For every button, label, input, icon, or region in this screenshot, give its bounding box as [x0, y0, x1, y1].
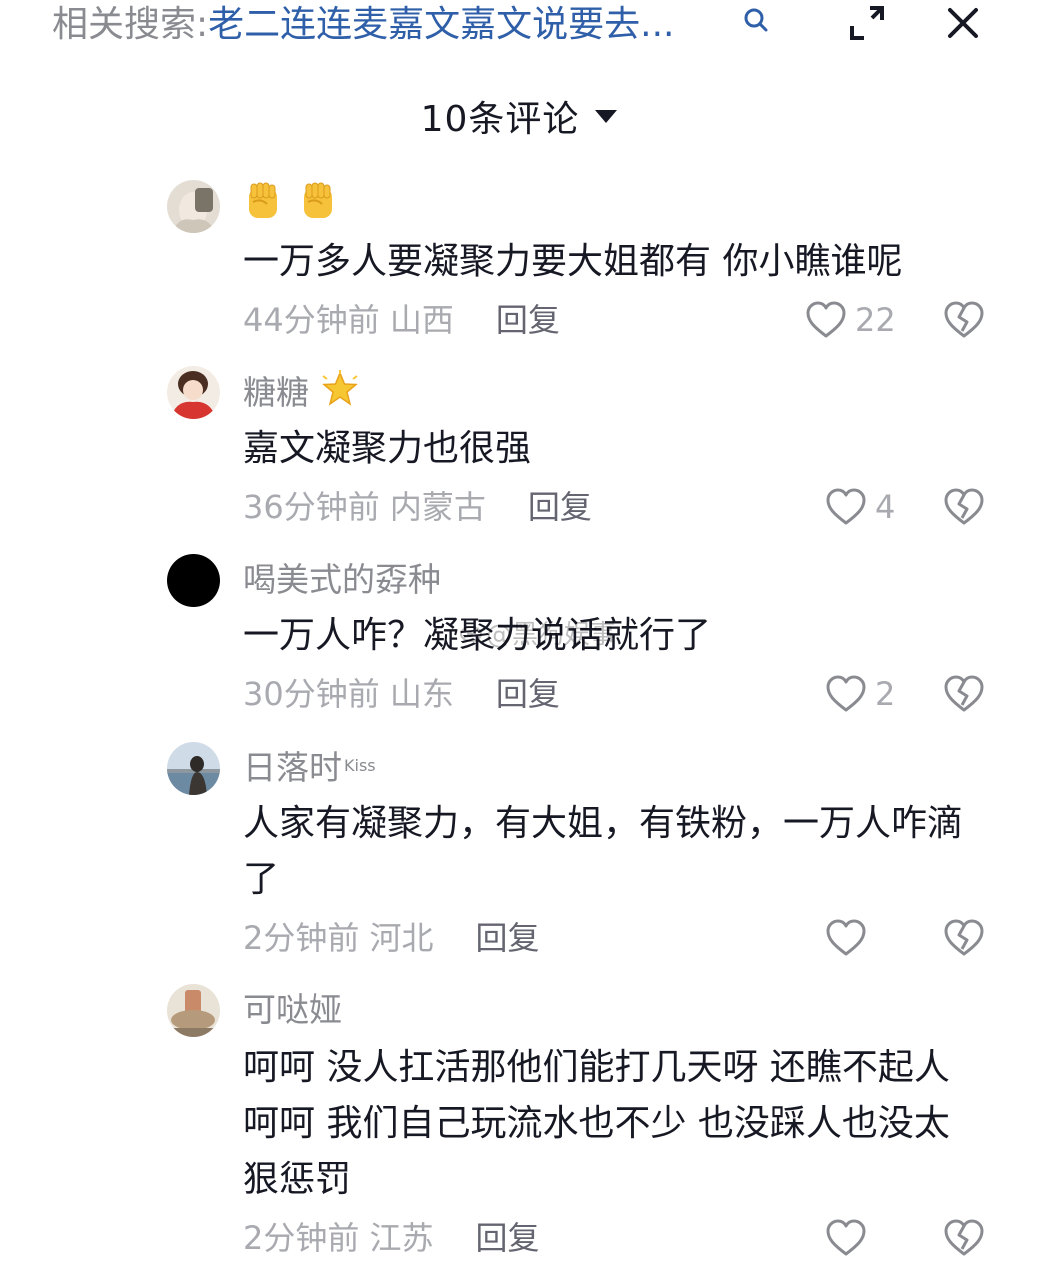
reply-button[interactable]: 回复 — [476, 919, 540, 957]
avatar[interactable] — [167, 742, 220, 795]
expand-icon[interactable] — [848, 4, 886, 42]
like-count: 22 — [855, 301, 896, 339]
broken-heart-icon[interactable] — [943, 674, 985, 714]
like-count: 2 — [875, 675, 896, 713]
close-icon[interactable] — [944, 4, 982, 42]
like-button[interactable]: 2 — [825, 674, 895, 714]
comment-meta: 36分钟前 内蒙古 回复 4 — [243, 483, 988, 531]
username-text: 日落时 — [243, 748, 342, 787]
comment-meta: 2分钟前 江苏 回复 — [243, 1214, 988, 1262]
like-button[interactable] — [825, 918, 875, 958]
avatar[interactable] — [167, 984, 220, 1037]
related-search-bar: 相关搜索:老二连连麦嘉文嘉文说要去... — [0, 0, 1038, 56]
broken-heart-icon[interactable] — [943, 487, 985, 527]
comment-meta: 44分钟前 山西 回复 22 — [243, 296, 988, 344]
heart-icon — [806, 301, 846, 338]
comment-text: 嘉文凝聚力也很强 — [243, 428, 532, 469]
broken-heart-icon[interactable] — [943, 918, 985, 958]
raised-fist-emoji-icon — [249, 182, 277, 218]
like-count: 4 — [875, 488, 896, 526]
search-icon[interactable] — [742, 6, 770, 34]
broken-heart-icon[interactable] — [943, 300, 985, 340]
comment-time-location: 44分钟前 山西 — [243, 301, 454, 339]
avatar[interactable] — [167, 366, 220, 419]
like-button[interactable] — [825, 1218, 875, 1258]
username-superscript: Kiss — [344, 756, 376, 775]
comment-text: 人家有凝聚力，有大姐，有铁粉，一万人咋滴了 — [243, 803, 964, 900]
comment-time-location: 2分钟前 江苏 — [243, 1219, 434, 1257]
heart-icon — [826, 1219, 866, 1256]
caret-down-icon — [595, 110, 618, 123]
broken-heart-icon[interactable] — [943, 1218, 985, 1258]
heart-icon — [826, 675, 866, 712]
related-search-prefix: 相关搜索: — [52, 4, 209, 45]
related-search-query[interactable]: 老二连连麦嘉文嘉文说要去... — [208, 4, 674, 45]
username[interactable]: 可哒娅 — [243, 988, 988, 1032]
related-search[interactable]: 相关搜索:老二连连麦嘉文嘉文说要去... — [52, 2, 674, 48]
comments-header[interactable]: 10条评论 — [0, 88, 1038, 144]
avatar[interactable] — [167, 180, 220, 233]
comment-count-title: 10条评论 — [420, 99, 580, 140]
comment-text: 一万多人要凝聚力要大姐都有 你小瞧谁呢 — [243, 241, 903, 282]
username[interactable]: 糖糖 — [243, 370, 988, 415]
avatar[interactable] — [167, 554, 220, 607]
watermark-text: @黑狗娱事 — [486, 620, 617, 650]
reply-button[interactable]: 回复 — [496, 301, 560, 339]
like-button[interactable]: 22 — [805, 300, 896, 340]
comment-time-location: 30分钟前 山东 — [243, 675, 454, 713]
watermark: @黑狗娱事 — [460, 612, 616, 652]
username[interactable]: 喝美式的孬种 — [243, 558, 988, 602]
comment-meta: 2分钟前 河北 回复 — [243, 914, 988, 962]
like-button[interactable]: 4 — [825, 487, 895, 527]
glowing-star-emoji-icon — [321, 370, 358, 406]
comment-time-location: 2分钟前 河北 — [243, 919, 434, 957]
raised-fist-emoji-icon — [303, 182, 332, 218]
username[interactable]: 日落时 Kiss — [243, 746, 988, 790]
reply-button[interactable]: 回复 — [496, 675, 560, 713]
comment-text: 呵呵 没人扛活那他们能打几天呀 还瞧不起人 呵呵 我们自己玩流水也不少 也没踩人… — [243, 1047, 950, 1200]
username-text: 糖糖 — [243, 373, 309, 412]
reply-button[interactable]: 回复 — [528, 488, 592, 526]
comment-meta: 30分钟前 山东 回复 2 — [243, 670, 988, 718]
heart-icon — [826, 919, 866, 956]
weibo-logo-icon — [460, 626, 482, 642]
username[interactable] — [243, 178, 988, 234]
reply-button[interactable]: 回复 — [476, 1219, 540, 1257]
comment-time-location: 36分钟前 内蒙古 — [243, 488, 486, 526]
heart-icon — [826, 488, 866, 525]
